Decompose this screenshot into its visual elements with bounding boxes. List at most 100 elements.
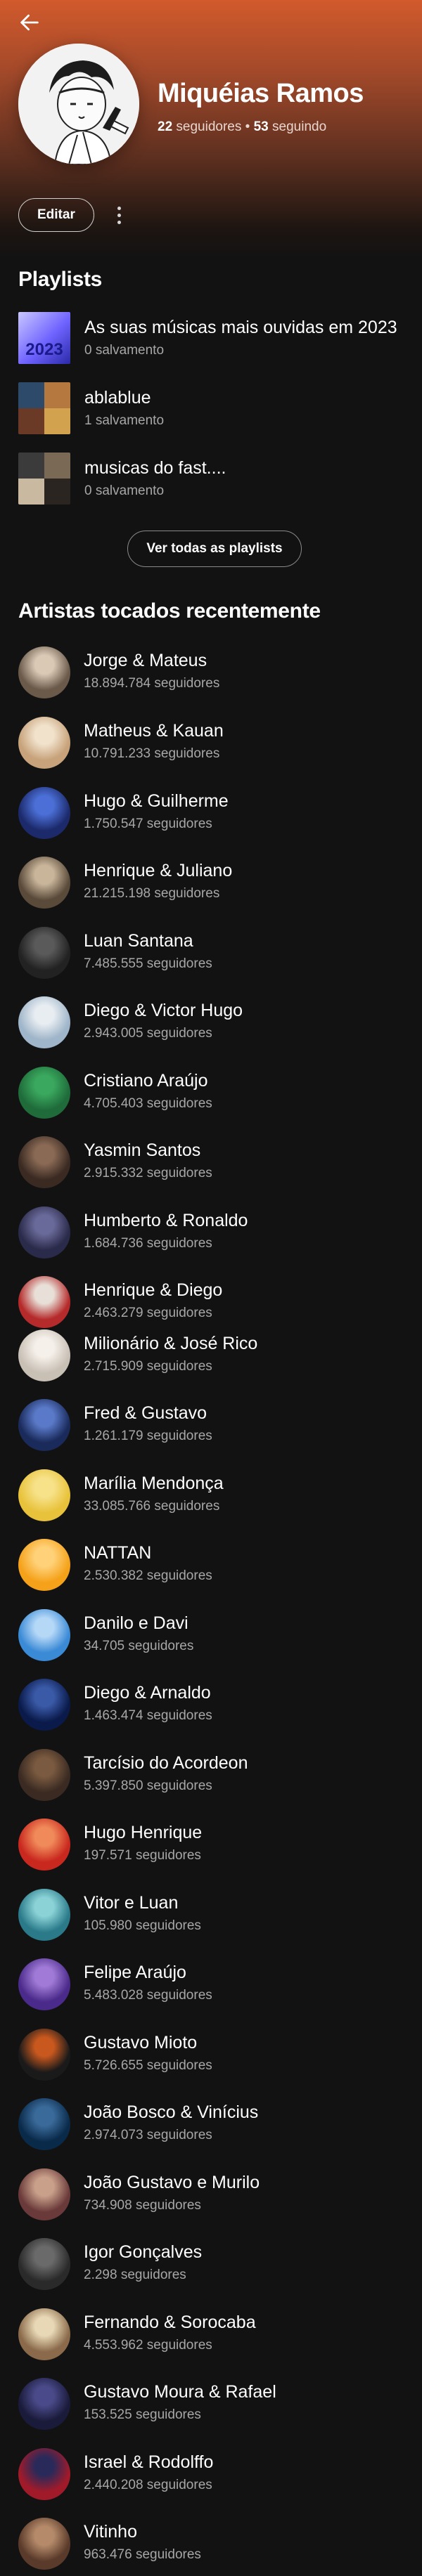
artist-followers: 5.726.655 seguidores — [84, 2058, 212, 2073]
artist-name: Marília Mendonça — [84, 1474, 224, 1493]
following-label[interactable]: seguindo — [272, 119, 326, 134]
playlist-row[interactable]: ablablue 1 salvamento — [18, 379, 412, 436]
artist-avatar — [18, 1958, 70, 2010]
artist-name: Israel & Rodolffo — [84, 2452, 214, 2472]
artist-avatar — [18, 646, 70, 698]
artist-name: Tarcísio do Acordeon — [84, 1753, 248, 1773]
artist-avatar — [18, 2238, 70, 2290]
artist-followers: 2.974.073 seguidores — [84, 2128, 212, 2142]
artist-avatar — [18, 1609, 70, 1661]
artist-followers: 4.553.962 seguidores — [84, 2338, 212, 2353]
artist-name: Diego & Victor Hugo — [84, 1001, 243, 1020]
artist-row[interactable]: Humberto & Ronaldo 1.684.736 seguidores — [18, 1202, 412, 1265]
artist-name: Fernando & Sorocaba — [84, 2312, 256, 2332]
artist-avatar — [18, 1469, 70, 1521]
view-all-playlists-button[interactable]: Ver todas as playlists — [127, 531, 302, 567]
artist-name: João Gustavo e Murilo — [84, 2173, 260, 2192]
artist-followers: 2.530.382 seguidores — [84, 1568, 212, 1583]
artist-row[interactable]: Marília Mendonça 33.085.766 seguidores — [18, 1464, 412, 1528]
artist-row[interactable]: NATTAN 2.530.382 seguidores — [18, 1534, 412, 1597]
artist-name: Milionário & José Rico — [84, 1334, 258, 1353]
artist-followers: 1.261.179 seguidores — [84, 1429, 212, 1443]
artist-avatar — [18, 1206, 70, 1258]
artist-followers: 18.894.784 seguidores — [84, 676, 220, 691]
artist-name: Jorge & Mateus — [84, 651, 207, 670]
artist-row[interactable]: Tarcísio do Acordeon 5.397.850 seguidore… — [18, 1744, 412, 1807]
artist-avatar — [18, 927, 70, 979]
artist-row[interactable]: Fernando & Sorocaba 4.553.962 seguidores — [18, 2303, 412, 2367]
artist-name: Humberto & Ronaldo — [84, 1211, 248, 1230]
playlist-title: ablablue — [84, 388, 151, 408]
artist-row[interactable]: João Gustavo e Murilo 734.908 seguidores — [18, 2164, 412, 2227]
artist-avatar — [18, 857, 70, 909]
artist-row[interactable]: Henrique & Juliano 21.215.198 seguidores — [18, 852, 412, 915]
artist-row[interactable]: Gustavo Mioto 5.726.655 seguidores — [18, 2024, 412, 2087]
profile-name: Miquéias Ramos — [158, 79, 364, 108]
playlist-row[interactable]: 2023 As suas músicas mais ouvidas em 2023… — [18, 309, 412, 365]
artist-name: Hugo & Guilherme — [84, 791, 229, 811]
artist-avatar — [18, 1399, 70, 1451]
followers-label[interactable]: seguidores — [176, 119, 241, 134]
artist-name: Felipe Araújo — [84, 1963, 186, 1982]
playlist-cover: 2023 — [18, 312, 70, 364]
followers-count[interactable]: 22 — [158, 119, 172, 134]
artist-row[interactable]: Vitinho 963.476 seguidores — [18, 2513, 412, 2576]
artist-name: Gustavo Mioto — [84, 2033, 198, 2053]
artist-name: Diego & Arnaldo — [84, 1683, 211, 1703]
artist-avatar — [18, 1749, 70, 1801]
artist-avatar — [18, 2518, 70, 2570]
artist-row[interactable]: Matheus & Kauan 10.791.233 seguidores — [18, 712, 412, 775]
artist-row[interactable]: Gustavo Moura & Rafael 153.525 seguidore… — [18, 2373, 412, 2436]
artist-avatar — [18, 996, 70, 1048]
artist-followers: 34.705 seguidores — [84, 1639, 194, 1653]
back-button[interactable] — [15, 8, 44, 37]
artist-row[interactable]: Hugo & Guilherme 1.750.547 seguidores — [18, 782, 412, 845]
artist-followers: 1.750.547 seguidores — [84, 817, 212, 831]
artist-name: João Bosco & Vinícius — [84, 2102, 259, 2122]
artist-followers: 10.791.233 seguidores — [84, 746, 220, 761]
artist-row[interactable]: Felipe Araújo 5.483.028 seguidores — [18, 1953, 412, 2017]
playlists-section-title: Playlists — [18, 268, 103, 291]
artist-name: Henrique & Diego — [84, 1280, 223, 1300]
more-options-button[interactable] — [108, 200, 129, 230]
artist-avatar — [18, 1889, 70, 1941]
recent-artists-section-title: Artistas tocados recentemente — [18, 599, 321, 623]
artist-avatar — [18, 2029, 70, 2081]
artist-row[interactable]: Danilo e Davi 34.705 seguidores — [18, 1604, 412, 1667]
artist-row[interactable]: Hugo Henrique 197.571 seguidores — [18, 1814, 412, 1877]
artist-followers: 153.525 seguidores — [84, 2407, 201, 2422]
artist-row[interactable]: Fred & Gustavo 1.261.179 seguidores — [18, 1394, 412, 1457]
artist-name: Cristiano Araújo — [84, 1071, 208, 1091]
edit-profile-button[interactable]: Editar — [18, 198, 94, 232]
artist-row[interactable]: Igor Gonçalves 2.298 seguidores — [18, 2233, 412, 2296]
artist-avatar — [18, 2448, 70, 2500]
artist-name: Yasmin Santos — [84, 1140, 201, 1160]
artist-row[interactable]: Vitor e Luan 105.980 seguidores — [18, 1884, 412, 1947]
artist-row[interactable]: Luan Santana 7.485.555 seguidores — [18, 922, 412, 985]
artist-row[interactable]: Yasmin Santos 2.915.332 seguidores — [18, 1131, 412, 1195]
artist-avatar — [18, 2168, 70, 2220]
playlist-title: As suas músicas mais ouvidas em 2023 — [84, 318, 397, 337]
artist-followers: 2.915.332 seguidores — [84, 1166, 212, 1180]
artist-row[interactable]: Jorge & Mateus 18.894.784 seguidores — [18, 642, 412, 705]
following-count[interactable]: 53 — [254, 119, 269, 134]
artist-followers: 1.684.736 seguidores — [84, 1236, 212, 1251]
artist-name: NATTAN — [84, 1543, 152, 1563]
artist-followers: 734.908 seguidores — [84, 2198, 201, 2213]
artist-followers: 7.485.555 seguidores — [84, 956, 212, 971]
playlist-saves: 0 salvamento — [84, 483, 165, 498]
artist-followers: 2.463.279 seguidores — [84, 1306, 212, 1320]
artist-avatar — [18, 2098, 70, 2150]
artist-row[interactable]: João Bosco & Vinícius 2.974.073 seguidor… — [18, 2093, 412, 2157]
artist-row[interactable]: Diego & Arnaldo 1.463.474 seguidores — [18, 1674, 412, 1737]
playlist-row[interactable]: musicas do fast.... 0 salvamento — [18, 450, 412, 506]
artist-name: Igor Gonçalves — [84, 2242, 203, 2262]
artist-avatar — [18, 1067, 70, 1119]
artist-row[interactable]: Milionário & José Rico 2.715.909 seguido… — [18, 1325, 412, 1388]
artist-row[interactable]: Israel & Rodolffo 2.440.208 seguidores — [18, 2443, 412, 2506]
artist-followers: 963.476 seguidores — [84, 2547, 201, 2562]
artist-followers: 33.085.766 seguidores — [84, 1499, 220, 1514]
artist-row[interactable]: Diego & Victor Hugo 2.943.005 seguidores — [18, 991, 412, 1055]
artist-row[interactable]: Cristiano Araújo 4.705.403 seguidores — [18, 1062, 412, 1125]
artist-name: Luan Santana — [84, 931, 193, 951]
